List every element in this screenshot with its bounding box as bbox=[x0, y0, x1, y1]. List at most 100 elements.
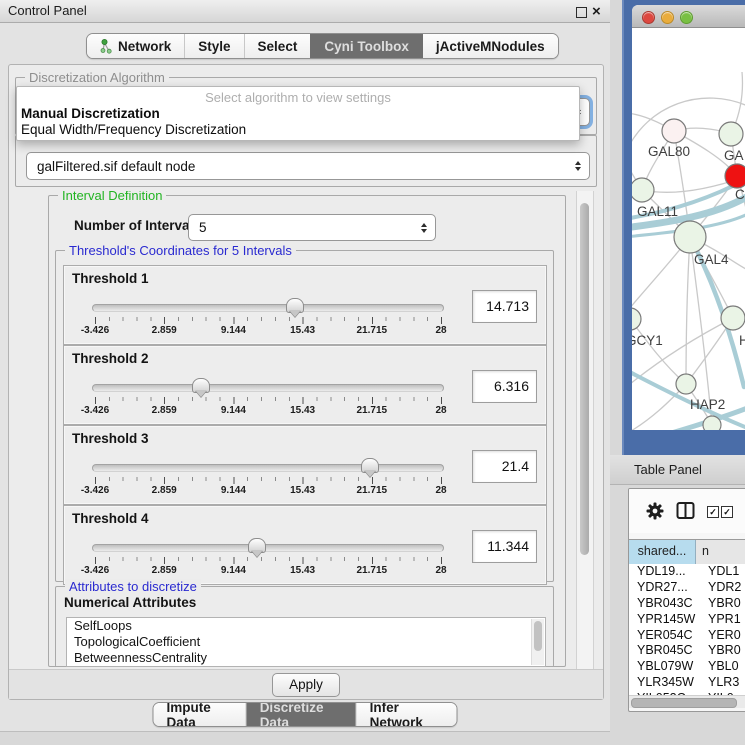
list-item-betweennesscentrality[interactable]: BetweennessCentrality bbox=[67, 650, 545, 666]
table-row[interactable]: YER054CYER0 bbox=[629, 628, 745, 644]
apply-button[interactable]: Apply bbox=[272, 673, 340, 697]
node-label-GAL4: GAL4 bbox=[694, 252, 729, 267]
column-header-shared-name[interactable]: shared... bbox=[629, 540, 696, 564]
tab-network[interactable]: Network bbox=[87, 34, 184, 58]
dropdown-option-manual-discretization[interactable]: Manual Discretization bbox=[17, 106, 579, 122]
threshold-slider-1[interactable]: -3.426 2.859 9.144 15.43 21.715 28 bbox=[92, 302, 444, 334]
table-row[interactable]: YDL19...YDL1 bbox=[629, 564, 745, 580]
table-row[interactable]: YBR045CYBR0 bbox=[629, 643, 745, 659]
tab-jactivemnodules[interactable]: jActiveMNodules bbox=[422, 34, 558, 58]
node-red[interactable] bbox=[725, 164, 745, 188]
cell[interactable]: YBR045C bbox=[629, 643, 703, 659]
scrollbar-thumb[interactable] bbox=[631, 698, 737, 708]
cell[interactable]: YER054C bbox=[629, 628, 703, 644]
slider-track[interactable] bbox=[92, 384, 444, 392]
tick-label: -3.426 bbox=[81, 325, 109, 336]
tab-label: Cyni Toolbox bbox=[324, 39, 409, 54]
tab-cyni-toolbox[interactable]: Cyni Toolbox bbox=[310, 34, 422, 58]
slider-track[interactable] bbox=[92, 464, 444, 472]
numerical-attributes-list[interactable]: SelfLoops TopologicalCoefficient Between… bbox=[66, 617, 546, 667]
threshold-slider-3[interactable]: -3.426 2.859 9.144 15.43 21.715 28 bbox=[92, 462, 444, 494]
tab-label: Impute Data bbox=[167, 702, 233, 727]
cell[interactable]: YBL079W bbox=[629, 659, 703, 675]
slider-thumb[interactable] bbox=[248, 538, 266, 553]
table-horizontal-scrollbar[interactable] bbox=[629, 695, 745, 708]
traffic-minimize-icon[interactable] bbox=[661, 11, 674, 24]
table-row[interactable]: YBR043CYBR0 bbox=[629, 596, 745, 612]
tab-label: jActiveMNodules bbox=[436, 39, 545, 54]
cell[interactable]: YDR27... bbox=[629, 580, 703, 596]
checkbox-icon[interactable]: ✓ bbox=[721, 506, 733, 518]
tick-label: 9.144 bbox=[221, 405, 246, 416]
tab-infer-network[interactable]: Infer Network bbox=[356, 703, 457, 726]
threshold-value-field-3[interactable]: 21.4 bbox=[472, 450, 537, 483]
cell[interactable]: YDL19... bbox=[629, 564, 703, 580]
tab-style[interactable]: Style bbox=[184, 34, 243, 58]
cell[interactable]: YLR345W bbox=[629, 675, 703, 691]
slider-track[interactable] bbox=[92, 544, 444, 552]
network-canvas[interactable]: GAL80GACGAL11GAL4GCY1HHAP2 bbox=[632, 27, 745, 430]
cell[interactable]: YER0 bbox=[703, 628, 745, 644]
list-item-selfloops[interactable]: SelfLoops bbox=[67, 618, 545, 634]
node-H[interactable] bbox=[721, 306, 745, 330]
number-of-intervals-value: 5 bbox=[199, 215, 207, 240]
close-icon[interactable]: × bbox=[592, 1, 601, 23]
node-GAL80[interactable] bbox=[662, 119, 686, 143]
tick-label: 28 bbox=[435, 565, 446, 576]
cell[interactable]: YPR145W bbox=[629, 612, 703, 628]
network-canvas-svg[interactable]: GAL80GACGAL11GAL4GCY1HHAP2 bbox=[632, 27, 745, 430]
threshold-slider-2[interactable]: -3.426 2.859 9.144 15.43 21.715 28 bbox=[92, 382, 444, 414]
traffic-close-icon[interactable] bbox=[642, 11, 655, 24]
gear-icon[interactable] bbox=[646, 502, 664, 520]
columns-icon[interactable] bbox=[676, 501, 695, 520]
cell[interactable]: YDL1 bbox=[703, 564, 745, 580]
cell[interactable]: YBR0 bbox=[703, 596, 745, 612]
slider-thumb[interactable] bbox=[361, 458, 379, 473]
float-window-icon[interactable] bbox=[576, 7, 587, 18]
number-of-intervals-combobox[interactable]: 5 bbox=[188, 214, 436, 241]
table-row[interactable]: YPR145WYPR1 bbox=[629, 612, 745, 628]
table-row[interactable]: YBL079WYBL0 bbox=[629, 659, 745, 675]
dropdown-placeholder: Select algorithm to view settings bbox=[17, 89, 579, 106]
tick-label: 21.715 bbox=[357, 325, 388, 336]
slider-thumb[interactable] bbox=[192, 378, 210, 393]
scrollbar-thumb[interactable] bbox=[580, 203, 589, 555]
cell[interactable]: YDR2 bbox=[703, 580, 745, 596]
traffic-zoom-icon[interactable] bbox=[680, 11, 693, 24]
tab-select[interactable]: Select bbox=[244, 34, 311, 58]
threshold-value-field-4[interactable]: 11.344 bbox=[472, 530, 537, 563]
cell[interactable]: YPR1 bbox=[703, 612, 745, 628]
node-GA[interactable] bbox=[719, 122, 743, 146]
tab-discretize-data[interactable]: Discretize Data bbox=[246, 703, 356, 726]
slider-thumb[interactable] bbox=[286, 298, 304, 313]
node-GCY1[interactable] bbox=[632, 308, 641, 330]
stepper-arrows-icon bbox=[421, 223, 427, 233]
thresholds-group: Threshold's Coordinates for 5 Intervals … bbox=[55, 250, 554, 582]
table-toolbar: ✓ ✓ bbox=[629, 489, 745, 533]
node-bottom[interactable] bbox=[703, 416, 721, 430]
node-GAL4[interactable] bbox=[674, 221, 706, 253]
settings-vertical-scrollbar[interactable] bbox=[576, 191, 594, 669]
node-HAP2[interactable] bbox=[676, 374, 696, 394]
threshold-value-field-1[interactable]: 14.713 bbox=[472, 290, 537, 323]
cell[interactable]: YBR0 bbox=[703, 643, 745, 659]
dropdown-option-equal-width-frequency[interactable]: Equal Width/Frequency Discretization bbox=[17, 122, 579, 138]
table-data-combobox[interactable]: galFiltered.sif default node bbox=[26, 152, 590, 180]
list-item-topologicalcoefficient[interactable]: TopologicalCoefficient bbox=[67, 634, 545, 650]
network-desktop-background: GAL80GACGAL11GAL4GCY1HHAP2 bbox=[622, 0, 745, 455]
threshold-slider-4[interactable]: -3.426 2.859 9.144 15.43 21.715 28 bbox=[92, 542, 444, 574]
threshold-value-field-2[interactable]: 6.316 bbox=[472, 370, 537, 403]
column-header-name[interactable]: n bbox=[696, 540, 745, 564]
cell[interactable]: YBL0 bbox=[703, 659, 745, 675]
tab-impute-data[interactable]: Impute Data bbox=[154, 703, 246, 726]
table-row[interactable]: YLR345WYLR3 bbox=[629, 675, 745, 691]
cell[interactable]: YBR043C bbox=[629, 596, 703, 612]
node-GAL11[interactable] bbox=[632, 178, 654, 202]
slider-major-ticks bbox=[95, 477, 443, 484]
checkbox-icon[interactable]: ✓ bbox=[707, 506, 719, 518]
slider-track[interactable] bbox=[92, 304, 444, 312]
table-row[interactable]: YDR27...YDR2 bbox=[629, 580, 745, 596]
attributes-list-scrollbar[interactable] bbox=[531, 619, 544, 665]
table-body[interactable]: YDL19...YDL1 YDR27...YDR2 YBR043CYBR0 YP… bbox=[629, 564, 745, 695]
cell[interactable]: YLR3 bbox=[703, 675, 745, 691]
